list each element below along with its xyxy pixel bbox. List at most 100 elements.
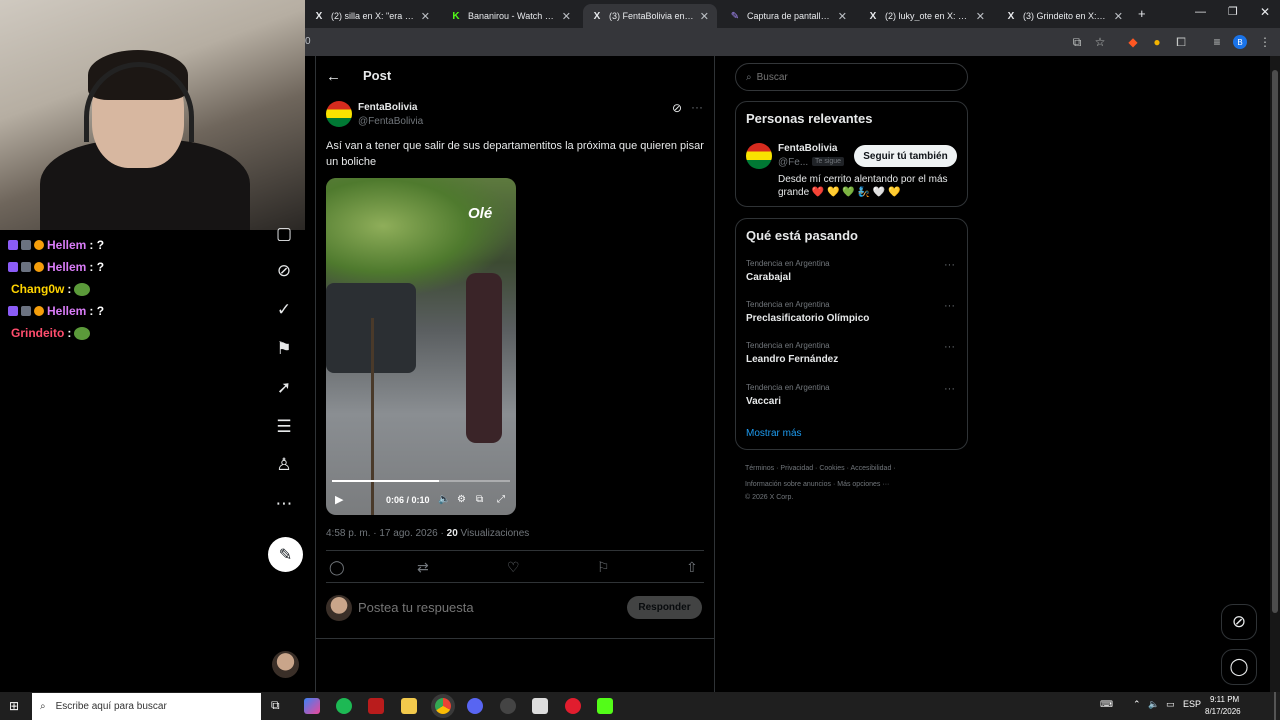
show-desktop-button[interactable] — [1274, 692, 1276, 720]
close-icon[interactable]: ✕ — [1114, 10, 1123, 23]
close-icon[interactable]: ✕ — [838, 10, 847, 23]
tray-chevron-icon[interactable]: ⌃ — [1133, 699, 1141, 710]
restore-icon[interactable]: ❐ — [1228, 5, 1238, 18]
video-progress-track[interactable] — [332, 480, 510, 482]
relevant-handle[interactable]: @Fe... — [778, 157, 808, 168]
messages-button[interactable]: ◯ — [1221, 649, 1257, 685]
kick-app-icon[interactable] — [597, 698, 613, 714]
app-icon[interactable] — [368, 698, 384, 714]
volume-icon[interactable]: 🔈 — [1148, 699, 1159, 710]
install-app-icon[interactable]: ⧉ — [1070, 35, 1084, 49]
back-arrow-icon[interactable]: ← — [326, 68, 341, 85]
browser-tab[interactable]: X (2) silla en X: "era el gol d ✕ — [305, 4, 438, 28]
browser-menu-icon[interactable]: ⋮ — [1258, 35, 1272, 49]
account-avatar[interactable] — [272, 651, 299, 678]
trend-more-icon[interactable]: ··· — [944, 383, 955, 395]
author-avatar[interactable] — [326, 101, 352, 127]
opera-app-icon[interactable] — [565, 698, 581, 714]
verified-icon[interactable]: ✓ — [274, 300, 294, 320]
copilot-app-icon[interactable] — [304, 698, 320, 714]
lists-icon[interactable]: ☰ — [274, 417, 294, 437]
browser-tab[interactable]: K Bananirou - Watch clips o ✕ — [442, 4, 579, 28]
trend-more-icon[interactable]: ··· — [944, 300, 955, 312]
settings-gear-icon[interactable]: ⚙ — [457, 494, 466, 505]
video-player[interactable]: Olé ▶ 0:06 / 0:10 🔈 ⚙ ⧉ ⤢ — [326, 178, 516, 515]
spotify-app-icon[interactable] — [336, 698, 352, 714]
profile-avatar-icon[interactable]: B — [1233, 35, 1247, 49]
browser-tab[interactable]: ✎ Captura de pantalla por L ✕ — [721, 4, 855, 28]
relevant-avatar[interactable] — [746, 143, 772, 169]
grok-icon[interactable]: ⊘ — [274, 261, 294, 281]
grok-explain-icon[interactable]: ⊘ — [672, 101, 682, 115]
chat-text: : ? — [89, 238, 105, 252]
compose-post-button[interactable]: ✎ — [268, 537, 303, 572]
bookmark-star-icon[interactable]: ☆ — [1093, 35, 1107, 49]
fullscreen-icon[interactable]: ⤢ — [497, 494, 505, 505]
post-more-icon[interactable]: ··· — [691, 100, 703, 114]
share-icon[interactable]: ⇧ — [686, 559, 698, 576]
footer-link[interactable]: Más opciones ··· — [837, 481, 889, 488]
extension-icon[interactable]: ● — [1150, 35, 1164, 49]
reply-input[interactable] — [358, 598, 608, 616]
bookmarks-icon[interactable]: ⚑ — [274, 339, 294, 359]
clock-time[interactable]: 9:11 PM — [1210, 695, 1239, 704]
new-tab-button[interactable]: + — [1138, 6, 1146, 21]
discord-app-icon[interactable] — [467, 698, 483, 714]
close-icon[interactable]: ✕ — [562, 10, 571, 23]
footer-link[interactable]: Cookies — [819, 465, 844, 472]
show-more-link[interactable]: Mostrar más — [746, 428, 802, 439]
chrome-app-icon[interactable] — [435, 698, 451, 714]
app-icon[interactable] — [532, 698, 548, 714]
search-input[interactable] — [756, 71, 947, 83]
bookmark-icon[interactable]: ⚐ — [597, 559, 610, 576]
footer-link[interactable]: Privacidad — [780, 465, 813, 472]
address-bar[interactable]: 0 — [305, 36, 311, 47]
footer-link[interactable]: Accesibilidad — [850, 465, 891, 472]
window-close-icon[interactable]: ✕ — [1260, 5, 1270, 19]
author-name[interactable]: FentaBolivia — [358, 102, 417, 113]
close-icon[interactable]: ✕ — [976, 10, 985, 23]
grok-button[interactable]: ⊘ — [1221, 604, 1257, 640]
pip-icon[interactable]: ⧉ — [476, 494, 483, 505]
play-icon[interactable]: ▶ — [335, 493, 343, 506]
language-indicator[interactable]: ESP — [1183, 699, 1201, 709]
windows-start-icon[interactable]: ⊞ — [9, 699, 19, 713]
more-icon[interactable]: ⋯ — [274, 494, 294, 514]
messages-icon[interactable]: ▢ — [274, 224, 294, 244]
browser-tab-active[interactable]: X (3) FentaBolivia en X: "Así ✕ — [583, 4, 717, 28]
extension-icon[interactable]: ◆ — [1126, 35, 1140, 49]
scrollbar-thumb[interactable] — [1272, 70, 1278, 613]
jobs-rocket-icon[interactable]: ➚ — [274, 378, 294, 398]
browser-tab[interactable]: X (2) luky_ote en X: "Hola E ✕ — [859, 4, 993, 28]
relevant-name[interactable]: FentaBolivia — [778, 143, 837, 154]
badge-icon — [34, 306, 44, 316]
footer-link[interactable]: Términos — [745, 465, 774, 472]
reply-icon[interactable]: ◯ — [329, 559, 345, 576]
network-icon[interactable]: ▭ — [1166, 699, 1175, 710]
footer-link[interactable]: Información sobre anuncios — [745, 481, 831, 488]
close-icon[interactable]: ✕ — [421, 10, 430, 23]
close-icon[interactable]: ✕ — [700, 10, 709, 23]
repost-icon[interactable]: ⇄ — [417, 559, 429, 576]
obs-app-icon[interactable] — [500, 698, 516, 714]
file-explorer-icon[interactable] — [401, 698, 417, 714]
taskbar-search[interactable]: ⌕ Escribe aquí para buscar — [32, 693, 261, 720]
x-logo-icon: X — [1007, 10, 1015, 22]
post-timestamp[interactable]: 4:58 p. m. · 17 ago. 2026 · — [326, 528, 444, 539]
minimize-icon[interactable]: — — [1195, 6, 1206, 18]
extensions-puzzle-icon[interactable]: ⧠ — [1174, 35, 1188, 49]
volume-icon[interactable]: 🔈 — [438, 494, 450, 505]
search-box[interactable]: ⌕ — [735, 63, 968, 91]
follow-back-button[interactable]: Seguir tú también — [854, 145, 957, 167]
trend-more-icon[interactable]: ··· — [944, 259, 955, 271]
clock-date[interactable]: 8/17/2026 — [1205, 707, 1241, 716]
task-view-icon[interactable]: ⧉ — [271, 698, 280, 713]
browser-tab[interactable]: X (3) Grindeito en X: "@Fer ✕ — [997, 4, 1131, 28]
media-controls-icon[interactable]: ≡ — [1210, 35, 1224, 49]
reply-submit-button[interactable]: Responder — [627, 596, 702, 619]
author-handle[interactable]: @FentaBolivia — [358, 116, 423, 127]
keyboard-icon[interactable]: ⌨ — [1100, 699, 1113, 710]
like-heart-icon[interactable]: ♡ — [507, 559, 520, 576]
profile-icon[interactable]: ♙ — [274, 455, 294, 475]
trend-more-icon[interactable]: ··· — [944, 341, 955, 353]
